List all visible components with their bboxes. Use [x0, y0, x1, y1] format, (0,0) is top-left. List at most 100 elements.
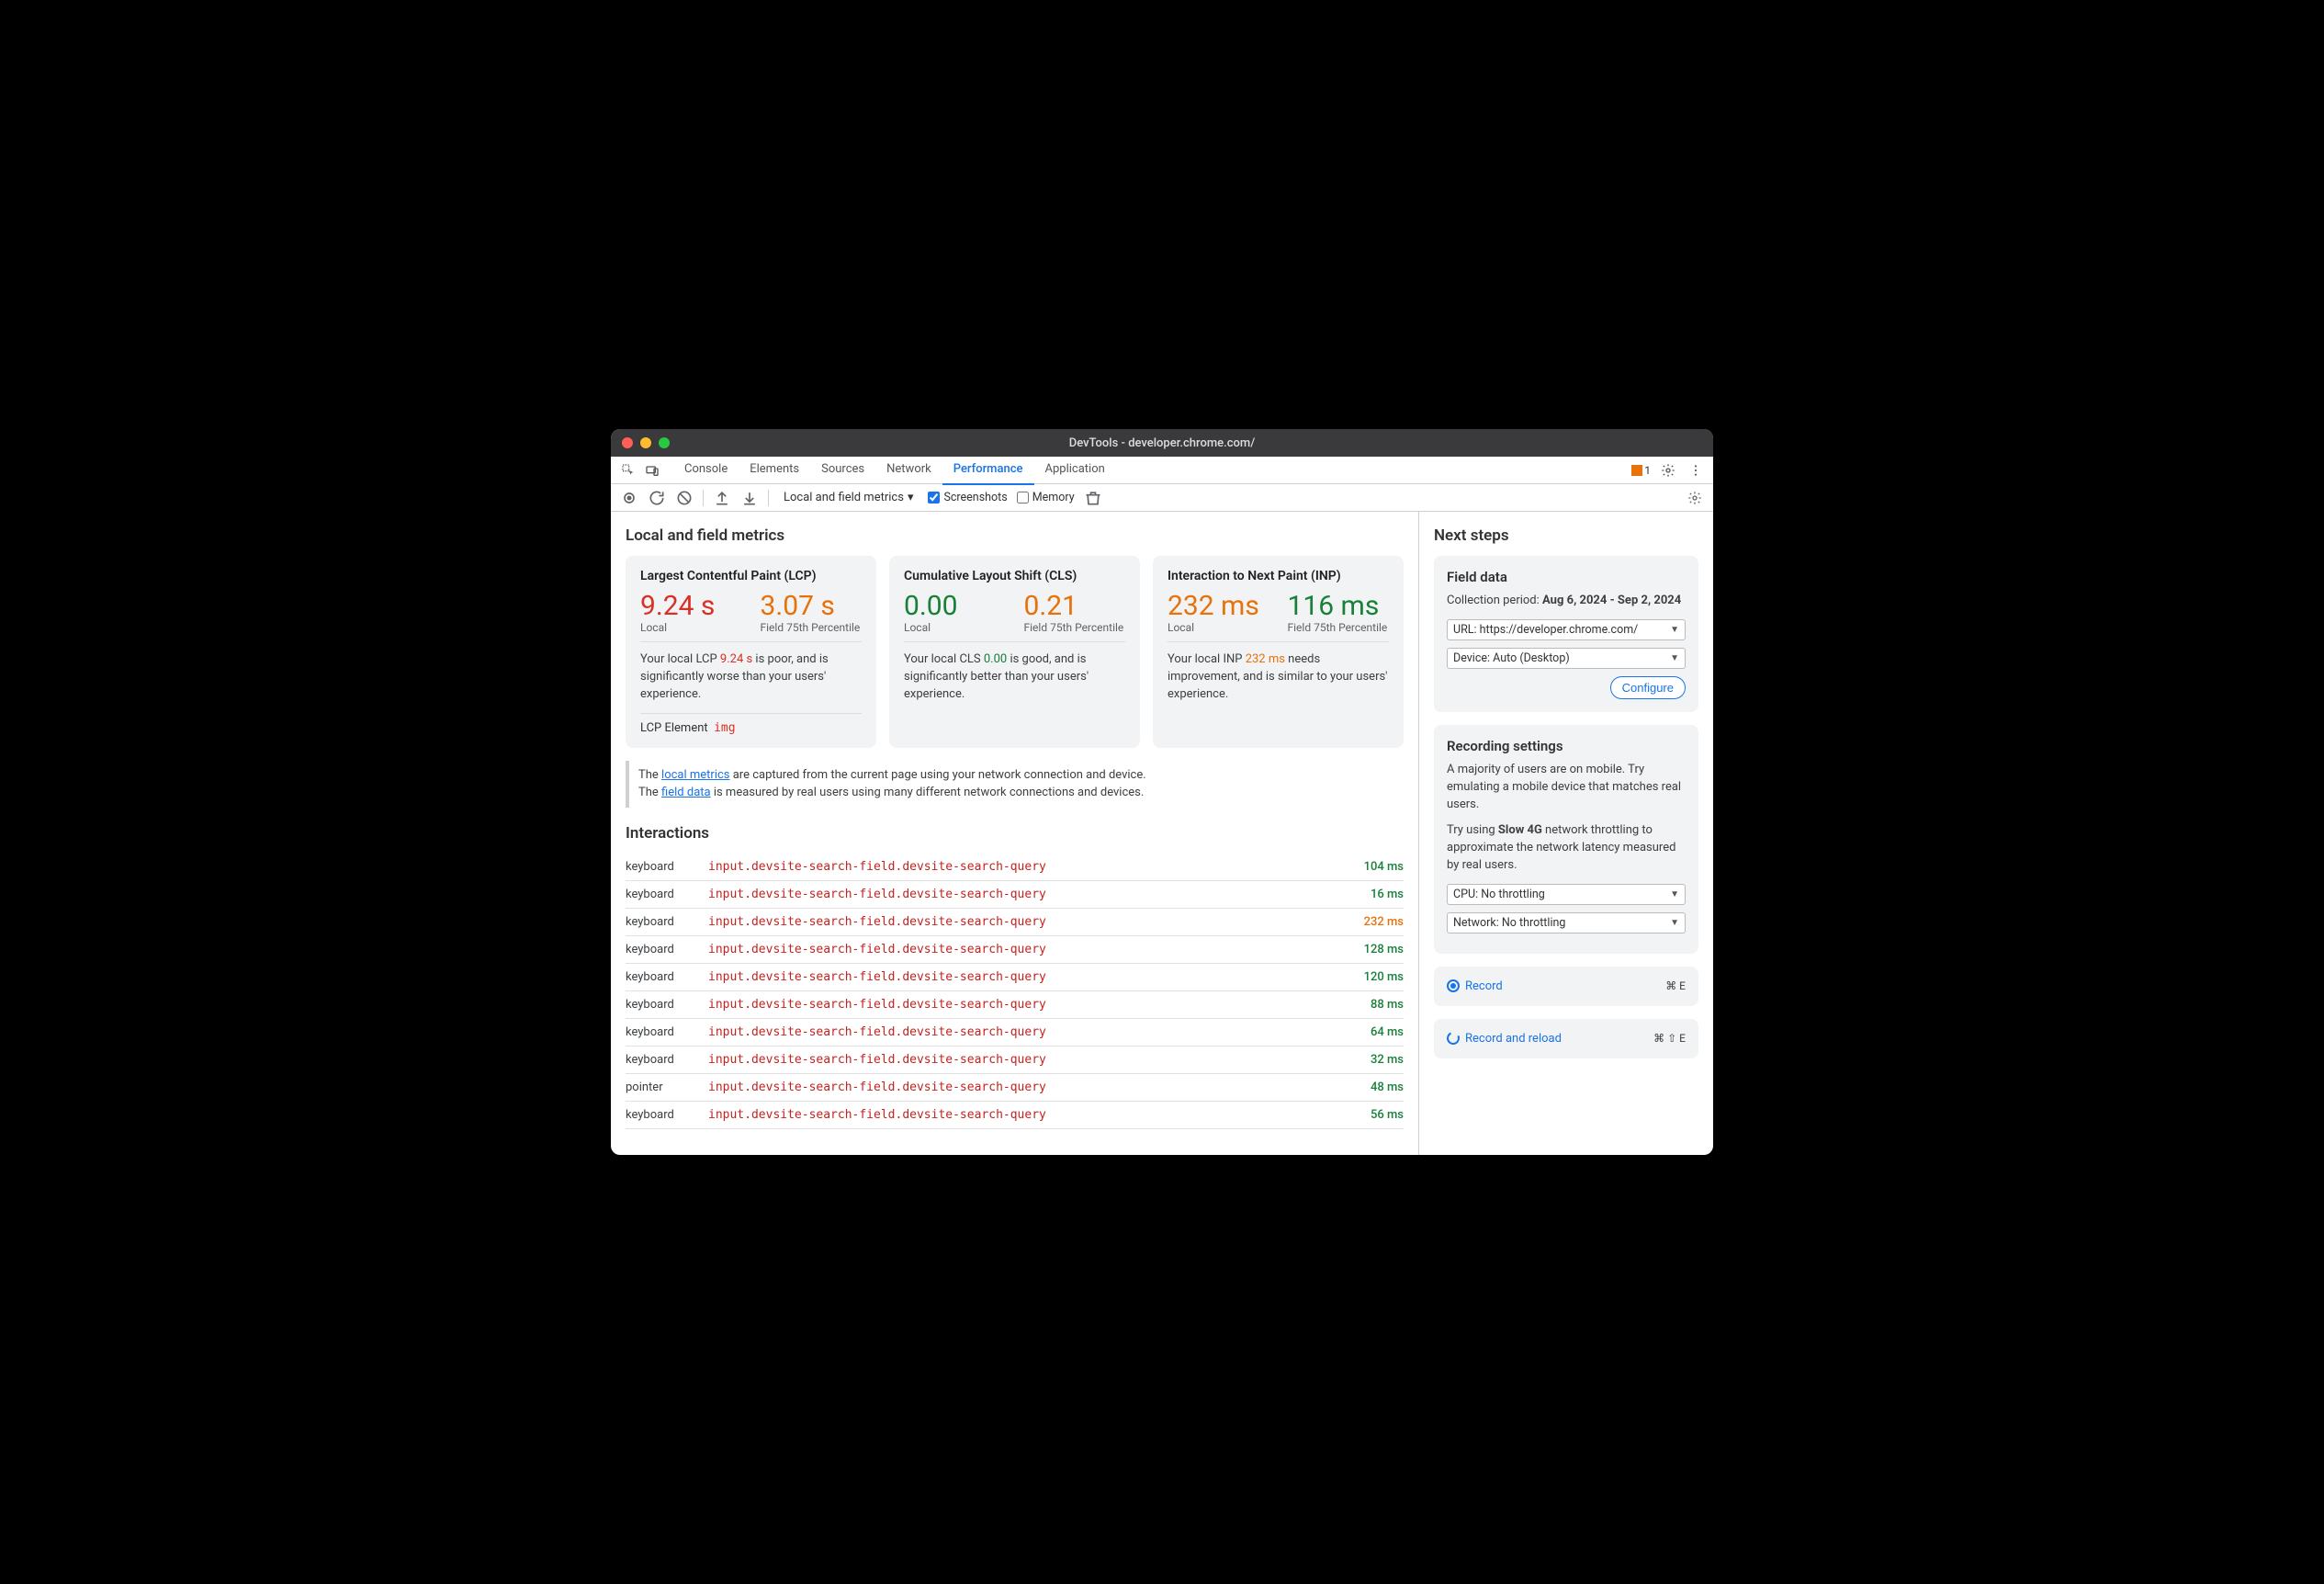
interaction-duration: 88 ms — [1339, 990, 1404, 1018]
interaction-type: keyboard — [626, 908, 708, 935]
interaction-duration: 56 ms — [1339, 1101, 1404, 1128]
network-throttle-select[interactable]: Network: No throttling▼ — [1447, 912, 1686, 933]
url-select[interactable]: URL: https://developer.chrome.com/▼ — [1447, 619, 1686, 640]
issues-icon — [1631, 465, 1642, 476]
field-data-title: Field data — [1447, 569, 1686, 585]
interaction-duration: 64 ms — [1339, 1018, 1404, 1046]
tab-network[interactable]: Network — [875, 456, 942, 485]
lcp-element-label: LCP Element — [640, 721, 708, 735]
more-menu-icon[interactable] — [1686, 460, 1706, 481]
interaction-selector: input.devsite-search-field.devsite-searc… — [708, 1018, 1339, 1046]
interaction-row[interactable]: keyboard input.devsite-search-field.devs… — [626, 990, 1404, 1018]
record-reload-action[interactable]: Record and reload — [1447, 1032, 1562, 1046]
interaction-row[interactable]: pointer input.devsite-search-field.devsi… — [626, 1073, 1404, 1101]
metric-description: Your local LCP 9.24 s is poor, and is si… — [640, 651, 862, 704]
traffic-lights — [622, 437, 670, 448]
metric-description: Your local CLS 0.00 is good, and is sign… — [904, 651, 1125, 704]
tab-application[interactable]: Application — [1034, 456, 1116, 485]
metrics-note: The local metrics are captured from the … — [626, 761, 1404, 808]
interaction-selector: input.devsite-search-field.devsite-searc… — [708, 990, 1339, 1018]
metric-local-value: 9.24 s — [640, 591, 742, 621]
interaction-row[interactable]: keyboard input.devsite-search-field.devs… — [626, 880, 1404, 908]
cpu-throttle-select[interactable]: CPU: No throttling▼ — [1447, 884, 1686, 905]
lcp-element-value[interactable]: img — [714, 721, 735, 735]
metric-local-value: 232 ms — [1168, 591, 1269, 621]
metric-field-label: Field 75th Percentile — [761, 621, 863, 634]
interaction-row[interactable]: keyboard input.devsite-search-field.devs… — [626, 854, 1404, 881]
maximize-window-button[interactable] — [659, 437, 670, 448]
record-icon[interactable] — [620, 489, 638, 507]
interaction-row[interactable]: keyboard input.devsite-search-field.devs… — [626, 935, 1404, 963]
interaction-selector: input.devsite-search-field.devsite-searc… — [708, 1073, 1339, 1101]
interaction-selector: input.devsite-search-field.devsite-searc… — [708, 854, 1339, 881]
record-action[interactable]: Record — [1447, 979, 1503, 993]
tab-performance[interactable]: Performance — [942, 456, 1034, 485]
tab-elements[interactable]: Elements — [739, 456, 810, 485]
interaction-type: keyboard — [626, 1101, 708, 1128]
recording-tip-mobile: A majority of users are on mobile. Try e… — [1447, 762, 1686, 814]
metric-card: Cumulative Layout Shift (CLS) 0.00 Local… — [889, 556, 1140, 748]
interaction-selector: input.devsite-search-field.devsite-searc… — [708, 1101, 1339, 1128]
panel-settings-icon[interactable] — [1686, 489, 1704, 507]
interaction-row[interactable]: keyboard input.devsite-search-field.devs… — [626, 963, 1404, 990]
metric-card: Interaction to Next Paint (INP) 232 ms L… — [1153, 556, 1404, 748]
field-data-link[interactable]: field data — [661, 786, 711, 799]
interaction-duration: 104 ms — [1339, 854, 1404, 881]
inspect-element-icon[interactable] — [618, 460, 638, 481]
record-panel: Record ⌘ E — [1434, 967, 1698, 1006]
interaction-type: keyboard — [626, 935, 708, 963]
memory-checkbox[interactable]: Memory — [1017, 491, 1075, 504]
window-title: DevTools - developer.chrome.com/ — [611, 436, 1713, 450]
download-icon[interactable] — [740, 489, 759, 507]
interaction-row[interactable]: keyboard input.devsite-search-field.devs… — [626, 1101, 1404, 1128]
metric-field-value: 3.07 s — [761, 591, 863, 621]
record-label: Record — [1465, 979, 1503, 993]
metric-local-label: Local — [640, 621, 742, 634]
tab-console[interactable]: Console — [673, 456, 739, 485]
device-toolbar-icon[interactable] — [642, 460, 662, 481]
interaction-row[interactable]: keyboard input.devsite-search-field.devs… — [626, 1018, 1404, 1046]
interaction-duration: 232 ms — [1339, 908, 1404, 935]
issues-badge[interactable]: 1 — [1631, 464, 1651, 477]
devtools-window: DevTools - developer.chrome.com/ Console… — [611, 429, 1713, 1155]
local-metrics-link[interactable]: local metrics — [661, 768, 729, 782]
record-reload-label: Record and reload — [1465, 1032, 1562, 1046]
metric-field-value: 116 ms — [1288, 591, 1390, 621]
side-heading: Next steps — [1434, 526, 1698, 545]
interaction-selector: input.devsite-search-field.devsite-searc… — [708, 935, 1339, 963]
tab-sources[interactable]: Sources — [810, 456, 875, 485]
minimize-window-button[interactable] — [640, 437, 651, 448]
interaction-type: keyboard — [626, 1018, 708, 1046]
metrics-view-select[interactable]: Local and field metrics ▾ — [778, 491, 919, 504]
chevron-down-icon: ▼ — [1670, 918, 1679, 928]
interaction-type: keyboard — [626, 880, 708, 908]
reload-record-icon[interactable] — [648, 489, 666, 507]
screenshots-checkbox[interactable]: Screenshots — [928, 491, 1007, 504]
metric-title: Cumulative Layout Shift (CLS) — [904, 569, 1125, 583]
interaction-row[interactable]: keyboard input.devsite-search-field.devs… — [626, 908, 1404, 935]
interaction-type: keyboard — [626, 1046, 708, 1073]
main-heading: Local and field metrics — [626, 526, 1404, 545]
chevron-down-icon: ▼ — [1670, 889, 1679, 899]
record-reload-panel: Record and reload ⌘ ⇧ E — [1434, 1019, 1698, 1058]
issues-count: 1 — [1644, 464, 1651, 477]
interaction-row[interactable]: keyboard input.devsite-search-field.devs… — [626, 1046, 1404, 1073]
configure-button[interactable]: Configure — [1610, 676, 1686, 699]
device-select[interactable]: Device: Auto (Desktop)▼ — [1447, 648, 1686, 669]
interaction-duration: 32 ms — [1339, 1046, 1404, 1073]
close-window-button[interactable] — [622, 437, 633, 448]
clear-icon[interactable] — [675, 489, 694, 507]
interaction-type: keyboard — [626, 990, 708, 1018]
collection-period: Collection period: Aug 6, 2024 - Sep 2, … — [1447, 593, 1686, 610]
metric-field-value: 0.21 — [1024, 591, 1126, 621]
metric-description: Your local INP 232 ms needs improvement,… — [1168, 651, 1389, 704]
interaction-selector: input.devsite-search-field.devsite-searc… — [708, 908, 1339, 935]
panel-tabbar: ConsoleElementsSourcesNetworkPerformance… — [611, 457, 1713, 484]
titlebar: DevTools - developer.chrome.com/ — [611, 429, 1713, 457]
record-reload-shortcut: ⌘ ⇧ E — [1653, 1032, 1686, 1045]
garbage-collect-icon[interactable] — [1084, 489, 1102, 507]
interaction-selector: input.devsite-search-field.devsite-searc… — [708, 1046, 1339, 1073]
interaction-duration: 120 ms — [1339, 963, 1404, 990]
settings-icon[interactable] — [1658, 460, 1678, 481]
upload-icon[interactable] — [713, 489, 731, 507]
